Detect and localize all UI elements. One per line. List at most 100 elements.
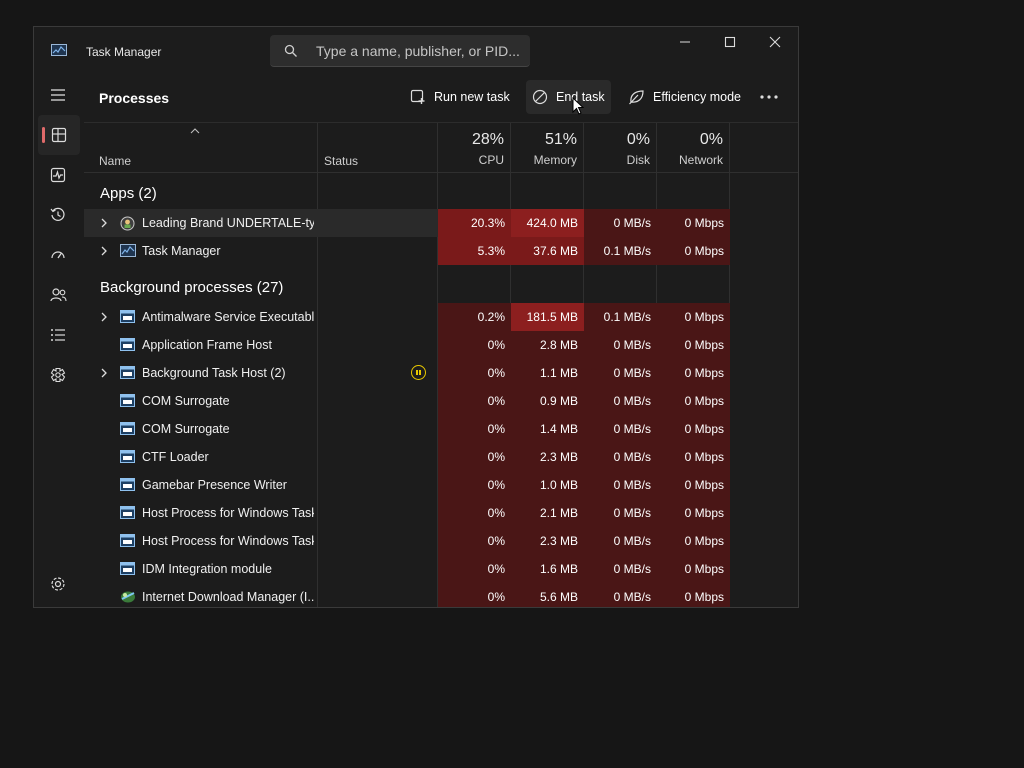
column-header-cpu[interactable]: 28% CPU <box>432 131 504 167</box>
column-header-disk[interactable]: 0% Disk <box>578 131 650 167</box>
more-options-button[interactable] <box>758 80 788 114</box>
search-box[interactable] <box>270 35 530 67</box>
nav-users[interactable] <box>34 275 82 315</box>
process-name: Antimalware Service Executable <box>142 310 314 324</box>
end-task-button[interactable]: End task <box>526 80 611 114</box>
network-cell: 0 Mbps <box>657 209 730 237</box>
run-new-task-label: Run new task <box>434 90 510 104</box>
cpu-cell: 0% <box>438 359 511 387</box>
network-cell: 0 Mbps <box>657 583 730 607</box>
hamburger-menu-button[interactable] <box>34 75 82 115</box>
settings-icon <box>51 577 65 591</box>
cpu-cell: 0% <box>438 583 511 607</box>
startup-apps-icon <box>51 251 65 259</box>
memory-cell: 0.9 MB <box>511 387 584 415</box>
process-row[interactable]: Leading Brand UNDERTALE-ty... 20.3% 424.0 … <box>84 209 730 237</box>
process-name: COM Surrogate <box>142 422 230 436</box>
nav-startup-apps[interactable] <box>34 235 82 275</box>
memory-cell: 2.3 MB <box>511 443 584 471</box>
process-name: Host Process for Windows Tasks <box>142 506 314 520</box>
network-total-percent: 0% <box>699 131 723 148</box>
memory-cell: 181.5 MB <box>511 303 584 331</box>
process-row[interactable]: IDM Integration module 0% 1.6 MB 0 MB/s 0 Mb… <box>84 555 730 583</box>
group-header-background[interactable]: Background processes (27) <box>100 279 283 296</box>
process-row[interactable]: Task Manager 5.3% 37.6 MB 0.1 MB/s 0 Mbps <box>84 237 730 265</box>
search-input[interactable] <box>316 35 521 66</box>
process-row[interactable]: Host Process for Windows Tasks 0% 2.3 MB 0 … <box>84 527 730 555</box>
disk-cell: 0 MB/s <box>584 443 657 471</box>
chevron-right-icon[interactable] <box>99 245 109 257</box>
nav-services[interactable] <box>34 355 82 395</box>
process-window-icon <box>120 450 135 463</box>
close-button[interactable] <box>752 27 798 57</box>
app-history-icon <box>50 207 65 221</box>
sort-ascending-icon <box>190 128 200 134</box>
disk-cell: 0 MB/s <box>584 583 657 607</box>
process-window-icon <box>120 338 135 351</box>
chevron-right-icon[interactable] <box>99 311 109 323</box>
chevron-right-icon[interactable] <box>99 217 109 229</box>
maximize-icon <box>724 36 736 48</box>
title-bar[interactable]: Task Manager <box>34 27 798 75</box>
process-name: COM Surrogate <box>142 394 230 408</box>
cpu-cell: 0% <box>438 499 511 527</box>
maximize-button[interactable] <box>707 27 753 57</box>
nav-processes[interactable] <box>38 115 80 155</box>
process-window-icon <box>120 562 135 575</box>
memory-cell: 2.1 MB <box>511 499 584 527</box>
process-row[interactable]: Antimalware Service Executable 0.2% 181.5 … <box>84 303 730 331</box>
minimize-button[interactable] <box>662 27 708 57</box>
disk-column-label: Disk <box>626 153 650 167</box>
memory-cell: 1.1 MB <box>511 359 584 387</box>
nav-app-history[interactable] <box>34 195 82 235</box>
process-row[interactable]: Background Task Host (2) 0% 1.1 MB 0 MB/s 0 … <box>84 359 730 387</box>
disk-cell: 0 MB/s <box>584 331 657 359</box>
users-icon <box>49 288 67 302</box>
run-new-task-button[interactable]: Run new task <box>404 80 516 114</box>
process-row[interactable]: Gamebar Presence Writer 0% 1.0 MB 0 MB/s 0 M… <box>84 471 730 499</box>
table-header: Name Status 28% CPU 51% Memory 0% Disk 0… <box>84 123 798 173</box>
memory-cell: 424.0 MB <box>511 209 584 237</box>
network-cell: 0 Mbps <box>657 415 730 443</box>
process-name: Internet Download Manager (I... <box>142 590 314 604</box>
process-row[interactable]: COM Surrogate 0% 0.9 MB 0 MB/s 0 Mbps <box>84 387 730 415</box>
cpu-cell: 0% <box>438 527 511 555</box>
cpu-cell: 0% <box>438 415 511 443</box>
memory-total-percent: 51% <box>544 131 577 148</box>
nav-performance[interactable] <box>34 155 82 195</box>
efficiency-mode-button[interactable]: Efficiency mode <box>622 80 747 114</box>
cpu-column-label: CPU <box>478 153 504 167</box>
task-manager-icon <box>120 244 136 257</box>
process-window-icon <box>120 534 135 547</box>
process-window-icon <box>120 394 135 407</box>
process-row[interactable]: Internet Download Manager (I... 0% 5.6 MB 0… <box>84 583 730 607</box>
disk-cell: 0 MB/s <box>584 471 657 499</box>
services-icon <box>50 367 66 383</box>
process-name: Background Task Host (2) <box>142 366 286 380</box>
column-header-network[interactable]: 0% Network <box>651 131 723 167</box>
column-header-memory[interactable]: 51% Memory <box>505 131 577 167</box>
network-column-label: Network <box>678 153 723 167</box>
column-header-status[interactable]: Status <box>324 154 358 168</box>
network-cell: 0 Mbps <box>657 387 730 415</box>
memory-cell: 37.6 MB <box>511 237 584 265</box>
process-row[interactable]: COM Surrogate 0% 1.4 MB 0 MB/s 0 Mbps <box>84 415 730 443</box>
chevron-right-icon[interactable] <box>99 367 109 379</box>
process-row[interactable]: CTF Loader 0% 2.3 MB 0 MB/s 0 Mbps <box>84 443 730 471</box>
disk-cell: 0 MB/s <box>584 387 657 415</box>
close-icon <box>769 36 781 48</box>
efficiency-mode-icon <box>629 90 644 105</box>
minimize-icon <box>680 41 690 43</box>
network-cell: 0 Mbps <box>657 303 730 331</box>
group-header-apps[interactable]: Apps (2) <box>100 185 157 202</box>
process-row[interactable]: Host Process for Windows Tasks 0% 2.1 MB 0 … <box>84 499 730 527</box>
memory-cell: 1.6 MB <box>511 555 584 583</box>
process-row[interactable]: Application Frame Host 0% 2.8 MB 0 MB/s 0 Mb… <box>84 331 730 359</box>
cpu-cell: 0.2% <box>438 303 511 331</box>
window-title: Task Manager <box>86 45 162 59</box>
process-name: Task Manager <box>142 244 221 258</box>
column-header-name[interactable]: Name <box>99 154 131 168</box>
nav-details[interactable] <box>34 315 82 355</box>
nav-settings[interactable] <box>34 564 82 604</box>
undertale-app-icon <box>120 216 135 231</box>
